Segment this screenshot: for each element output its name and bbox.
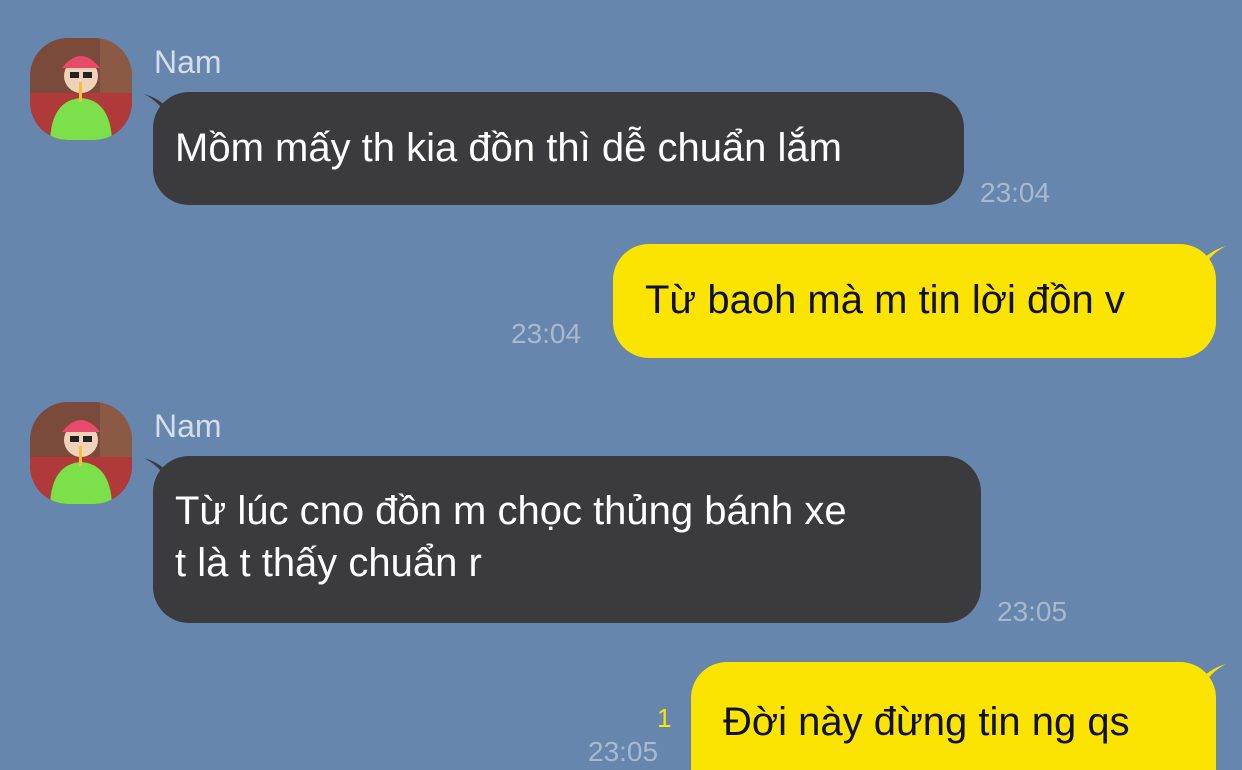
message-timestamp: 23:04 [980,177,1051,208]
message-text-line: Từ lúc cno đồn m chọc thủng bánh xe [175,489,847,533]
message-bubble-outgoing[interactable]: Từ baoh mà m tin lời đồn v [613,244,1216,358]
sender-name: Nam [154,44,222,80]
message-timestamp: 23:05 [997,596,1068,627]
message-text: Đời này đừng tin ng qs [723,700,1130,744]
message-bubble-incoming[interactable]: Mồm mấy th kia đồn thì dễ chuẩn lắm [153,92,964,205]
chat-thread[interactable]: Nam Mồm mấy th kia đồn thì dễ chuẩn lắm … [0,0,1242,770]
bubble-tail [1202,664,1226,688]
message-text: Từ baoh mà m tin lời đồn v [645,278,1125,322]
unread-count: 1 [657,703,672,733]
bubble-tail [1202,246,1226,270]
message-timestamp: 23:04 [511,318,582,349]
message-bubble-outgoing[interactable]: Đời này đừng tin ng qs [691,662,1216,770]
message-text-line: t là t thấy chuẩn r [175,541,482,585]
sender-avatar[interactable] [30,402,132,504]
sender-avatar[interactable] [30,38,132,140]
message-text: Mồm mấy th kia đồn thì dễ chuẩn lắm [175,126,842,170]
message-timestamp: 23:05 [588,736,659,767]
message-bubble-incoming[interactable]: Từ lúc cno đồn m chọc thủng bánh xe t là… [153,456,981,623]
sender-name: Nam [154,408,222,444]
